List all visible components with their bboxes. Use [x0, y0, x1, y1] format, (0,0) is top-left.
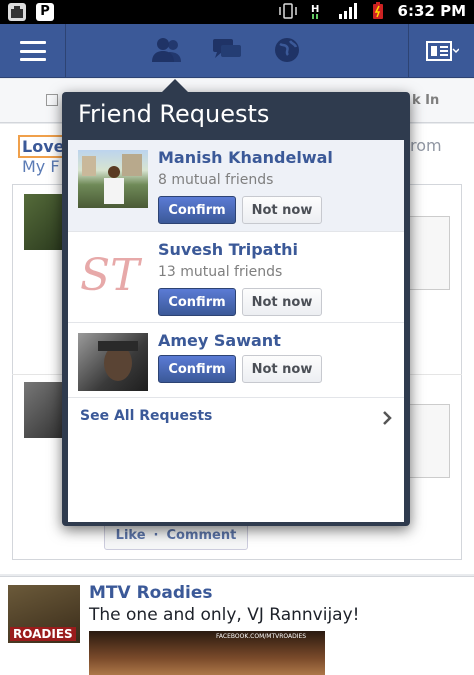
p-app-icon: P [36, 3, 54, 21]
request-avatar[interactable]: ST [78, 242, 148, 301]
messages-icon[interactable] [210, 34, 244, 66]
vibrate-icon [278, 3, 297, 19]
comment-button[interactable]: Comment [166, 528, 236, 543]
requests-list: Manish Khandelwal 8 mutual friends Confi… [68, 140, 404, 522]
request-avatar[interactable] [78, 333, 148, 391]
see-all-requests[interactable]: See All Requests [68, 398, 404, 438]
friend-requests-popover: Friend Requests Manish Khandelwal 8 mutu… [62, 79, 410, 526]
story-attachment[interactable] [404, 404, 450, 478]
feed-text-fragment-right: rom [410, 136, 442, 155]
feed-list-button[interactable] [408, 24, 474, 78]
avatar-initials: ST [80, 250, 143, 300]
clock: 6:32 PM [397, 2, 466, 20]
separator-dot: · [153, 527, 159, 543]
data-network-icon: H [311, 4, 319, 19]
facebook-top-bar [0, 24, 474, 78]
menu-button[interactable] [0, 24, 66, 78]
notifications-globe-icon[interactable] [270, 34, 304, 66]
friend-request-item: Manish Khandelwal 8 mutual friends Confi… [68, 140, 404, 232]
request-name[interactable]: Suvesh Tripathi [158, 240, 298, 259]
feed-text-fragment: My F [22, 157, 60, 176]
battery-icon [372, 2, 383, 19]
friend-requests-icon[interactable] [150, 34, 184, 66]
status-icon [46, 94, 58, 106]
love-tag[interactable]: Love [18, 135, 69, 158]
not-now-button[interactable]: Not now [242, 196, 322, 224]
mutual-friends[interactable]: 13 mutual friends [158, 264, 282, 280]
signal-icon [338, 3, 357, 19]
page-name-link[interactable]: MTV Roadies [89, 583, 212, 603]
story-avatar[interactable] [24, 382, 64, 438]
notification-icon [8, 3, 26, 21]
page-post: ROADIES MTV Roadies The one and only, VJ… [0, 576, 474, 675]
popover-pointer [162, 79, 188, 92]
page-avatar[interactable]: ROADIES [8, 585, 80, 643]
request-name[interactable]: Amey Sawant [158, 331, 281, 350]
feed-list-icon [425, 41, 459, 61]
mutual-friends[interactable]: 8 mutual friends [158, 172, 273, 188]
see-all-requests-label: See All Requests [80, 408, 213, 424]
popover-title: Friend Requests [78, 100, 270, 128]
like-button[interactable]: Like [116, 528, 146, 543]
confirm-button[interactable]: Confirm [158, 196, 236, 224]
story-attachment[interactable] [404, 216, 450, 290]
photo-watermark: FACEBOOK.COM/MTVROADIES [216, 633, 307, 640]
confirm-button[interactable]: Confirm [158, 355, 236, 383]
confirm-button[interactable]: Confirm [158, 288, 236, 316]
not-now-button[interactable]: Not now [242, 288, 322, 316]
page-avatar-logo-text: ROADIES [10, 627, 76, 641]
svg-text:H: H [311, 4, 319, 15]
status-bar: P H 6:32 PM [0, 0, 474, 24]
not-now-button[interactable]: Not now [242, 355, 322, 383]
check-in-button[interactable]: k In [412, 93, 439, 108]
post-text: The one and only, VJ Rannvijay! [89, 605, 360, 625]
request-name[interactable]: Manish Khandelwal [158, 148, 333, 167]
friend-request-item: ST Suvesh Tripathi 13 mutual friends Con… [68, 232, 404, 323]
request-avatar[interactable] [78, 150, 148, 208]
chevron-right-icon [383, 411, 392, 425]
hamburger-icon [19, 41, 46, 61]
friend-request-item: Amey Sawant Confirm Not now [68, 323, 404, 398]
story-avatar[interactable] [24, 194, 64, 250]
